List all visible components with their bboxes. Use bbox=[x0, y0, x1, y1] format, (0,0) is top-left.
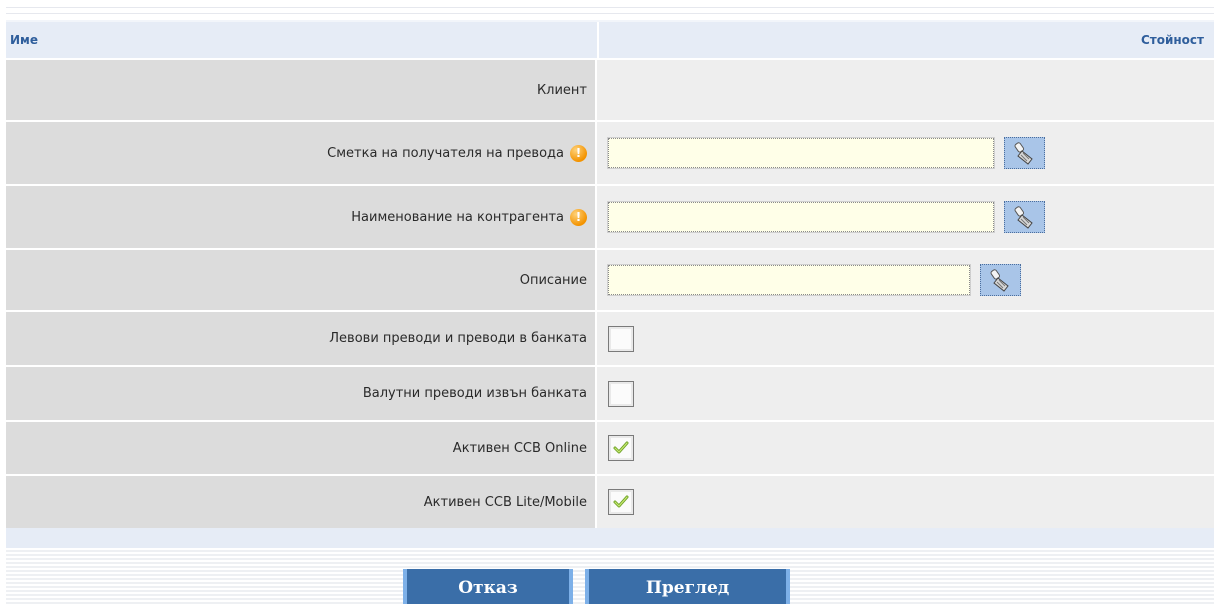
broom-icon bbox=[990, 269, 1009, 292]
client-label: Клиент bbox=[536, 82, 587, 98]
table-row: Наименование на контрагента ! bbox=[6, 184, 1214, 248]
recipient-account-input[interactable] bbox=[607, 137, 995, 169]
row-label-cell: Сметка на получателя на превода ! bbox=[6, 122, 595, 184]
ccb-online-label: Активен CCB Online bbox=[452, 440, 587, 456]
row-value-cell bbox=[595, 250, 1214, 310]
description-input[interactable] bbox=[607, 264, 971, 296]
table-row: Клиент bbox=[6, 58, 1214, 120]
local-transfers-checkbox[interactable] bbox=[608, 325, 634, 352]
description-label: Описание bbox=[519, 272, 587, 288]
ccb-lite-mobile-checkbox[interactable] bbox=[608, 489, 634, 515]
table-row: Активен CCB Lite/Mobile bbox=[6, 474, 1214, 528]
local-transfers-label: Левови преводи и преводи в банката bbox=[329, 331, 587, 346]
exclamation-icon: ! bbox=[570, 144, 587, 162]
row-label-cell: Левови преводи и преводи в банката bbox=[6, 312, 595, 365]
exclamation-icon: ! bbox=[570, 208, 587, 226]
checkmark-icon bbox=[613, 495, 629, 508]
table-footer bbox=[6, 528, 1214, 548]
counterparty-name-input[interactable] bbox=[607, 201, 995, 233]
checkmark-icon bbox=[613, 441, 629, 454]
recipient-account-label: Сметка на получателя на превода bbox=[327, 145, 564, 161]
row-value-cell bbox=[595, 186, 1214, 248]
table-row: Валутни преводи извън банката bbox=[6, 365, 1214, 420]
row-label-cell: Валутни преводи извън банката bbox=[6, 367, 595, 420]
preview-button[interactable]: Преглед bbox=[585, 569, 790, 604]
table-row: Описание bbox=[6, 248, 1214, 310]
broom-icon bbox=[1014, 206, 1033, 229]
row-value-cell bbox=[595, 312, 1214, 365]
table-row: Сметка на получателя на превода ! bbox=[6, 120, 1214, 184]
top-strip bbox=[0, 0, 1214, 20]
row-label-cell: Активен CCB Online bbox=[6, 422, 595, 474]
header-value: Стойност bbox=[597, 22, 1214, 58]
client-value-cell bbox=[595, 60, 1214, 120]
cancel-button[interactable]: Отказ bbox=[403, 569, 573, 604]
settings-form-table: Име Стойност Клиент Сметка на получателя… bbox=[6, 20, 1214, 528]
row-value-cell bbox=[595, 476, 1214, 528]
divider bbox=[6, 7, 1214, 8]
row-label-cell: Описание bbox=[6, 250, 595, 310]
table-row: Левови преводи и преводи в банката bbox=[6, 310, 1214, 365]
row-label-cell: Активен CCB Lite/Mobile bbox=[6, 476, 595, 528]
row-value-cell bbox=[595, 122, 1214, 184]
row-value-cell bbox=[595, 422, 1214, 474]
ccb-lite-mobile-label: Активен CCB Lite/Mobile bbox=[423, 494, 587, 510]
divider bbox=[6, 13, 1214, 14]
foreign-transfers-label: Валутни преводи извън банката bbox=[362, 386, 587, 401]
row-label-cell: Наименование на контрагента ! bbox=[6, 186, 595, 248]
clear-recipient-account-button[interactable] bbox=[1004, 137, 1045, 169]
table-header: Име Стойност bbox=[6, 20, 1214, 58]
row-value-cell bbox=[595, 367, 1214, 420]
clear-description-button[interactable] bbox=[980, 264, 1021, 296]
header-name: Име bbox=[10, 33, 38, 47]
counterparty-name-label: Наименование на контрагента bbox=[351, 209, 564, 225]
row-label-cell: Клиент bbox=[6, 60, 595, 120]
ccb-online-checkbox[interactable] bbox=[608, 435, 634, 461]
table-row: Активен CCB Online bbox=[6, 420, 1214, 474]
clear-counterparty-name-button[interactable] bbox=[1004, 201, 1045, 233]
foreign-transfers-checkbox[interactable] bbox=[608, 380, 634, 407]
broom-icon bbox=[1014, 142, 1033, 165]
